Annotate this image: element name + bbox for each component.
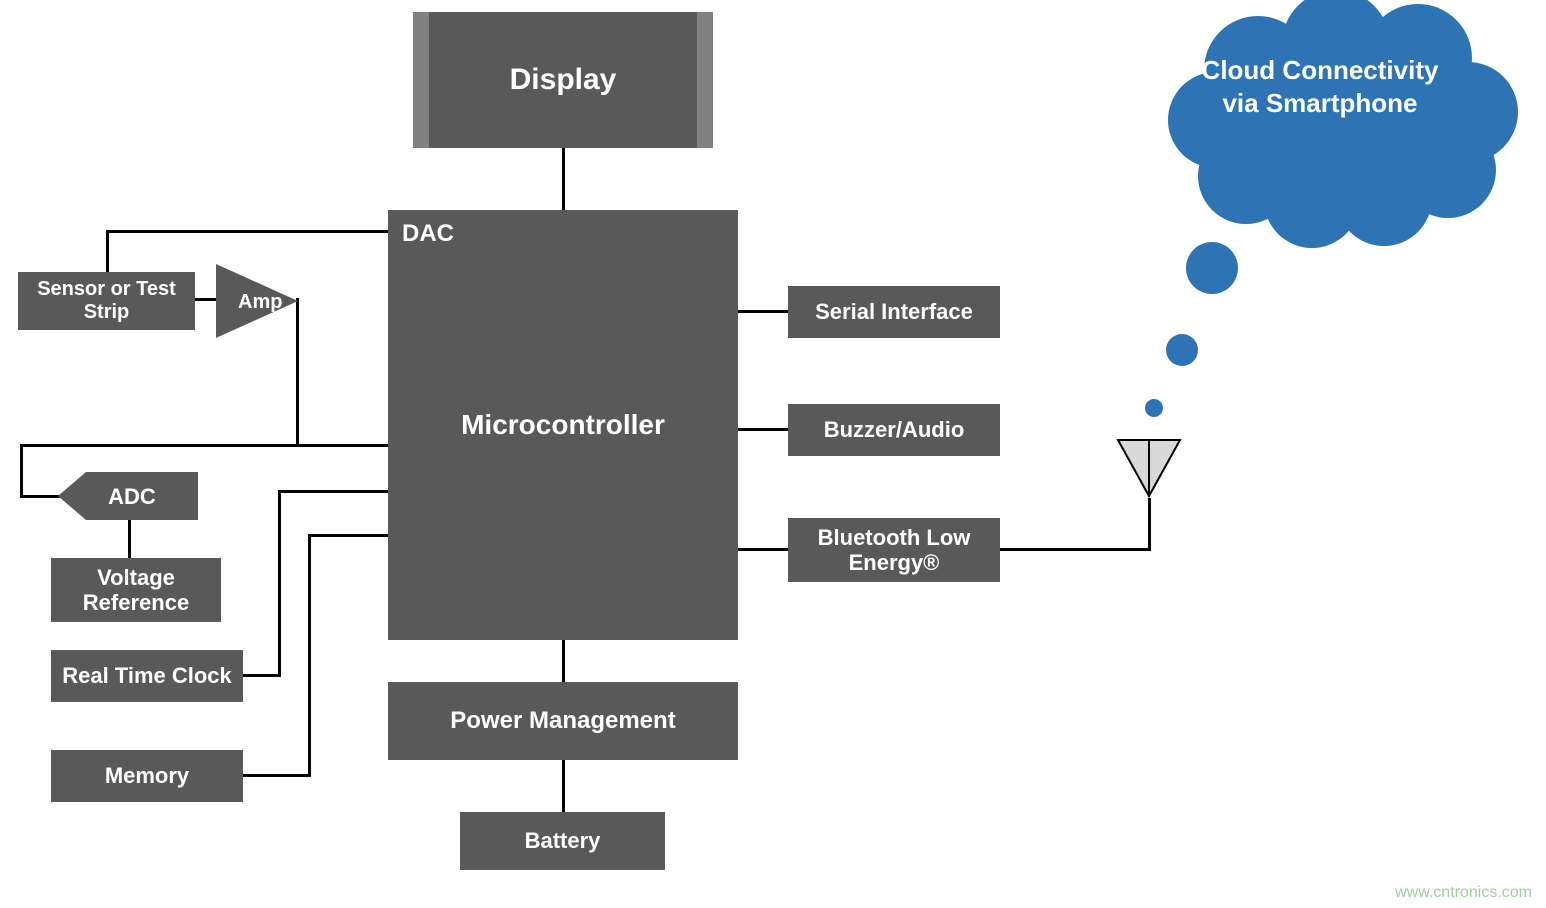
rtc-block: Real Time Clock [51,650,243,702]
power-management-label: Power Management [396,707,730,735]
microcontroller-label: Microcontroller [388,409,738,441]
memory-label: Memory [59,763,235,788]
connector [1148,498,1151,551]
battery-block: Battery [460,812,665,870]
display-text: Display [510,63,617,97]
connector [278,490,388,493]
connector [243,774,310,777]
connector [308,534,388,537]
buzzer-audio-block: Buzzer/Audio [788,404,1000,456]
microcontroller-block: DAC Microcontroller [388,210,738,640]
voltage-reference-label: Voltage Reference [59,565,213,616]
voltage-reference-block: Voltage Reference [51,558,221,622]
connector [20,495,60,498]
memory-block: Memory [51,750,243,802]
connector [562,640,565,682]
connector [106,230,109,272]
sensor-label: Sensor or Test Strip [26,278,187,324]
connector [562,760,565,812]
display-block: Display [413,12,713,148]
buzzer-audio-label: Buzzer/Audio [796,417,992,442]
connector [20,444,23,498]
connector [106,230,388,233]
connector [562,148,565,210]
serial-interface-block: Serial Interface [788,286,1000,338]
connector [243,674,280,677]
diagram-canvas: Display DAC Microcontroller Sensor or Te… [0,0,1546,908]
antenna-icon [1118,440,1180,500]
watermark: www.cntronics.com [1395,884,1532,902]
connector [308,534,311,777]
connector [278,490,281,677]
display-label: Display [429,12,697,148]
connector [296,444,388,447]
connector [128,520,131,558]
amp-label: Amp [238,291,282,313]
sensor-block: Sensor or Test Strip [18,272,195,330]
rtc-label: Real Time Clock [59,663,235,688]
connector [1000,548,1150,551]
adc-block: ADC [58,472,198,520]
power-management-block: Power Management [388,682,738,760]
amp-block: Amp [216,264,298,338]
adc-label: ADC [108,484,156,509]
cloud-text: Cloud Connectivity via Smartphone [1202,55,1439,118]
battery-label: Battery [468,828,657,853]
dac-label: DAC [402,220,454,248]
connector [20,444,299,447]
connector [738,310,788,313]
connector [738,548,788,551]
connector [738,428,788,431]
ble-block: Bluetooth Low Energy® [788,518,1000,582]
cloud-label: Cloud Connectivity via Smartphone [1190,54,1450,119]
serial-interface-label: Serial Interface [796,299,992,324]
ble-label: Bluetooth Low Energy® [796,525,992,576]
